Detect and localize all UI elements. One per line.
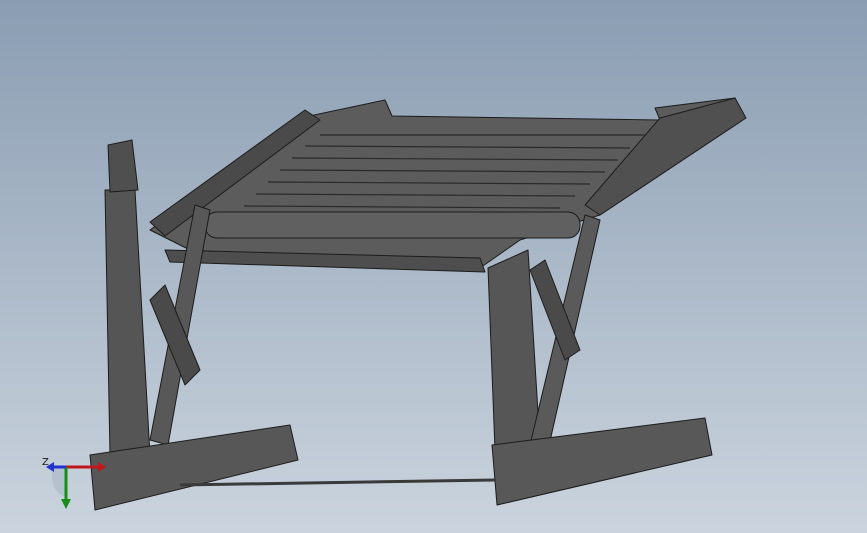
parking-lift-model[interactable] — [0, 0, 867, 533]
base-connecting-rod — [179, 478, 496, 487]
triad-plane — [52, 467, 66, 497]
y-axis-head — [61, 499, 71, 509]
left-rear-post — [104, 189, 151, 456]
left-post-cap — [107, 139, 139, 193]
cross-tube — [204, 211, 581, 239]
z-axis-label: Z — [42, 457, 49, 468]
graphics-viewport[interactable]: Z — [0, 0, 867, 533]
right-post — [487, 249, 541, 451]
orientation-triad: Z — [42, 457, 106, 509]
x-axis-head — [98, 462, 106, 472]
